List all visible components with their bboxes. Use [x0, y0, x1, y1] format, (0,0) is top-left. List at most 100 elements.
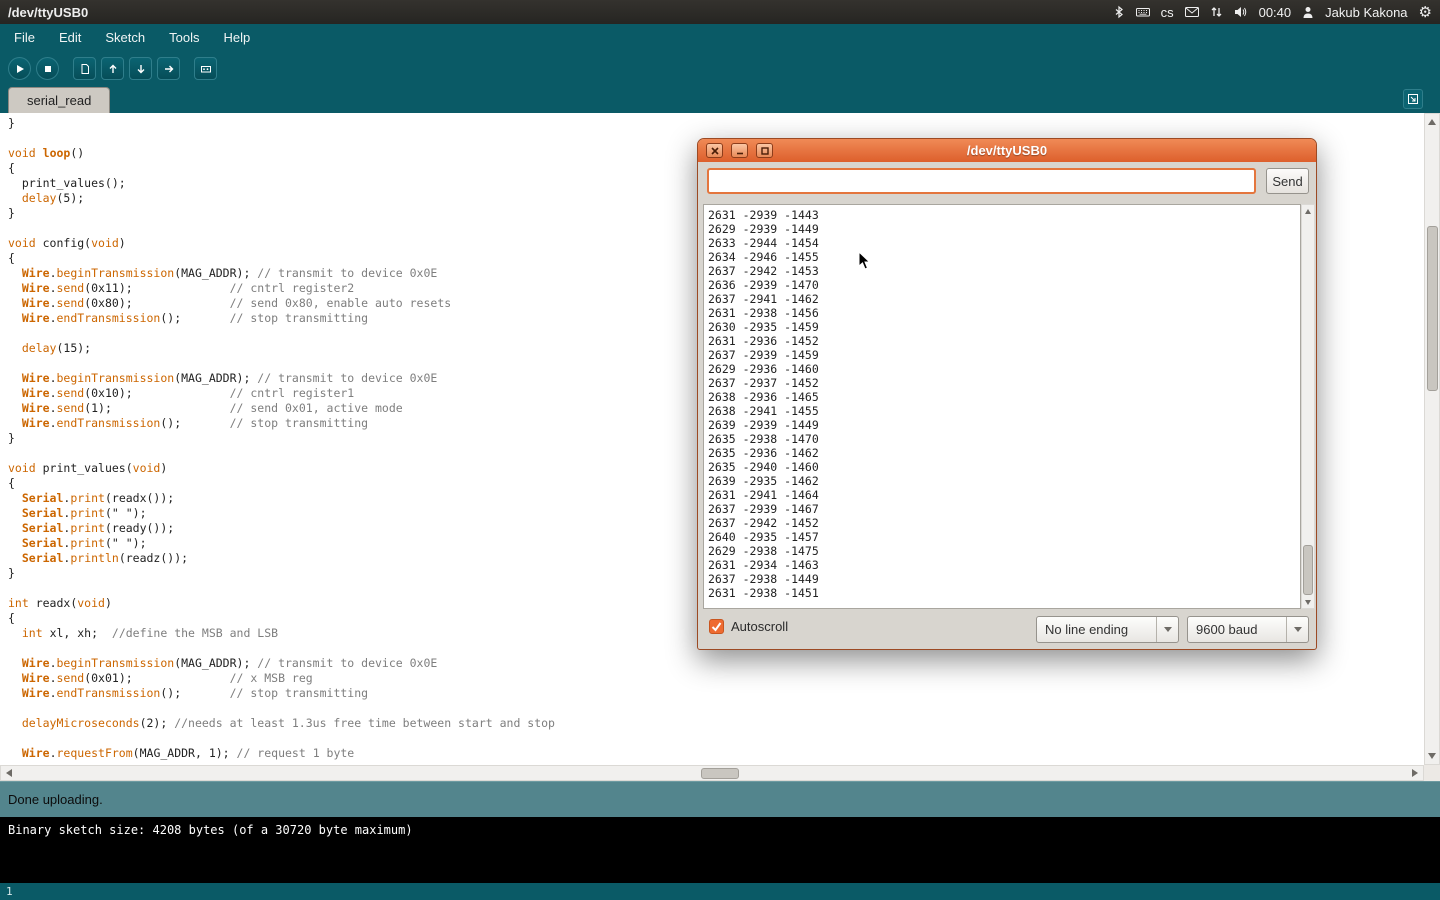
save-button[interactable]	[129, 57, 152, 80]
tab-label: serial_read	[27, 93, 91, 108]
clock-label[interactable]: 00:40	[1259, 5, 1292, 20]
menu-sketch[interactable]: Sketch	[93, 24, 157, 52]
serial-line: 2631 -2939 -1443	[708, 208, 1300, 222]
scroll-up-arrow[interactable]	[1425, 116, 1439, 128]
serial-monitor-icon	[200, 63, 212, 75]
verify-icon	[14, 63, 26, 75]
close-button[interactable]	[706, 143, 723, 158]
editor-hscroll-thumb[interactable]	[701, 768, 739, 779]
scroll-down-arrow[interactable]	[1425, 750, 1439, 762]
line-number-indicator: 1	[6, 885, 13, 898]
code-line: delayMicroseconds(2); //needs at least 1…	[8, 716, 1424, 731]
serial-scroll-down-arrow[interactable]	[1302, 597, 1314, 607]
network-arrows-icon[interactable]	[1210, 5, 1223, 19]
code-line: Wire.send(0x01); // x MSB reg	[8, 671, 1424, 686]
serial-line: 2635 -2938 -1470	[708, 432, 1300, 446]
user-icon[interactable]	[1302, 6, 1314, 19]
menu-file[interactable]: File	[2, 24, 47, 52]
serial-line: 2631 -2941 -1464	[708, 488, 1300, 502]
new-sketch-icon	[79, 63, 91, 75]
code-line: }	[8, 116, 1424, 131]
upload-icon	[163, 63, 175, 75]
menu-edit[interactable]: Edit	[47, 24, 93, 52]
scroll-right-arrow[interactable]	[1409, 766, 1421, 780]
upload-button[interactable]	[157, 57, 180, 80]
new-tab-icon	[1407, 93, 1419, 105]
bluetooth-icon[interactable]	[1113, 5, 1125, 19]
toolbar	[0, 52, 1440, 85]
username-label[interactable]: Jakub Kakona	[1325, 5, 1407, 20]
mail-icon[interactable]	[1185, 6, 1199, 18]
menu-help[interactable]: Help	[211, 24, 262, 52]
menu-tools[interactable]: Tools	[157, 24, 211, 52]
volume-icon[interactable]	[1234, 5, 1248, 19]
serial-line: 2637 -2941 -1462	[708, 292, 1300, 306]
serial-line: 2631 -2934 -1463	[708, 558, 1300, 572]
serial-line: 2631 -2936 -1452	[708, 334, 1300, 348]
scroll-left-arrow[interactable]	[3, 766, 15, 780]
minimize-button[interactable]	[731, 143, 748, 158]
serial-window-title: /dev/ttyUSB0	[698, 143, 1316, 158]
serial-line: 2637 -2937 -1452	[708, 376, 1300, 390]
serial-line: 2637 -2938 -1449	[708, 572, 1300, 586]
editor-vertical-scrollbar[interactable]	[1424, 113, 1440, 765]
tab-menu-button[interactable]	[1403, 89, 1423, 109]
desktop-top-panel: /dev/ttyUSB0 cs 00:40 Jakub Kakona ⚙	[0, 0, 1440, 24]
keyboard-icon[interactable]	[1136, 5, 1150, 19]
keyboard-layout-label[interactable]: cs	[1161, 5, 1174, 20]
serial-line: 2637 -2939 -1459	[708, 348, 1300, 362]
code-line: Wire.requestFrom(MAG_ADDR, 1); // reques…	[8, 746, 1424, 761]
serial-scroll-thumb[interactable]	[1303, 545, 1313, 595]
new-button[interactable]	[73, 57, 96, 80]
chevron-down-icon[interactable]	[1286, 617, 1308, 642]
send-button[interactable]: Send	[1266, 168, 1309, 194]
code-line	[8, 731, 1424, 746]
editor-horizontal-scrollbar[interactable]	[0, 765, 1424, 781]
open-button[interactable]	[101, 57, 124, 80]
serial-line: 2634 -2946 -1455	[708, 250, 1300, 264]
serial-line: 2629 -2936 -1460	[708, 362, 1300, 376]
serial-line: 2629 -2938 -1475	[708, 544, 1300, 558]
serial-line: 2640 -2935 -1457	[708, 530, 1300, 544]
session-gear-icon[interactable]: ⚙	[1419, 3, 1432, 21]
chevron-down-icon[interactable]	[1156, 617, 1178, 642]
serial-window-titlebar[interactable]: /dev/ttyUSB0	[698, 139, 1316, 162]
serial-scroll-up-arrow[interactable]	[1302, 206, 1314, 216]
minimize-icon	[734, 145, 746, 157]
tab-bar: serial_read	[0, 85, 1440, 113]
serial-line: 2637 -2942 -1452	[708, 516, 1300, 530]
status-message: Done uploading.	[8, 792, 103, 807]
serial-line: 2631 -2938 -1456	[708, 306, 1300, 320]
save-icon	[135, 63, 147, 75]
serial-line: 2633 -2944 -1454	[708, 236, 1300, 250]
serial-send-input[interactable]	[707, 168, 1256, 194]
code-line: Wire.beginTransmission(MAG_ADDR); // tra…	[8, 656, 1424, 671]
close-icon	[709, 145, 721, 157]
line-ending-dropdown[interactable]: No line ending	[1036, 616, 1179, 643]
panel-indicators: cs 00:40 Jakub Kakona ⚙	[1113, 3, 1432, 21]
serial-line: 2635 -2940 -1460	[708, 460, 1300, 474]
editor-vscroll-thumb[interactable]	[1427, 226, 1438, 391]
menu-bar: FileEditSketchToolsHelp	[0, 24, 1440, 52]
serial-line: 2639 -2935 -1462	[708, 474, 1300, 488]
window-controls	[706, 143, 773, 158]
stop-button[interactable]	[36, 57, 59, 80]
serial-output-area: 2631 -2939 -14432629 -2939 -14492633 -29…	[703, 204, 1301, 609]
tab-serial-read[interactable]: serial_read	[8, 87, 110, 113]
autoscroll-checkbox[interactable]	[709, 619, 724, 634]
active-window-title: /dev/ttyUSB0	[8, 5, 88, 20]
serial-line: 2638 -2936 -1465	[708, 390, 1300, 404]
serial-line: 2639 -2939 -1449	[708, 418, 1300, 432]
serial-line: 2631 -2938 -1451	[708, 586, 1300, 600]
baud-rate-dropdown[interactable]: 9600 baud	[1187, 616, 1309, 643]
baud-rate-value: 9600 baud	[1188, 622, 1286, 637]
serial-scrollbar[interactable]	[1301, 204, 1315, 609]
autoscroll-label: Autoscroll	[731, 619, 788, 634]
verify-button[interactable]	[8, 57, 31, 80]
serial-monitor-button[interactable]	[194, 57, 217, 80]
serial-line: 2636 -2939 -1470	[708, 278, 1300, 292]
footer-bar: 1	[0, 883, 1440, 900]
check-icon	[710, 620, 723, 633]
serial-monitor-window: /dev/ttyUSB0 Send 2631 -2939 -14432629 -…	[697, 138, 1317, 650]
maximize-button[interactable]	[756, 143, 773, 158]
